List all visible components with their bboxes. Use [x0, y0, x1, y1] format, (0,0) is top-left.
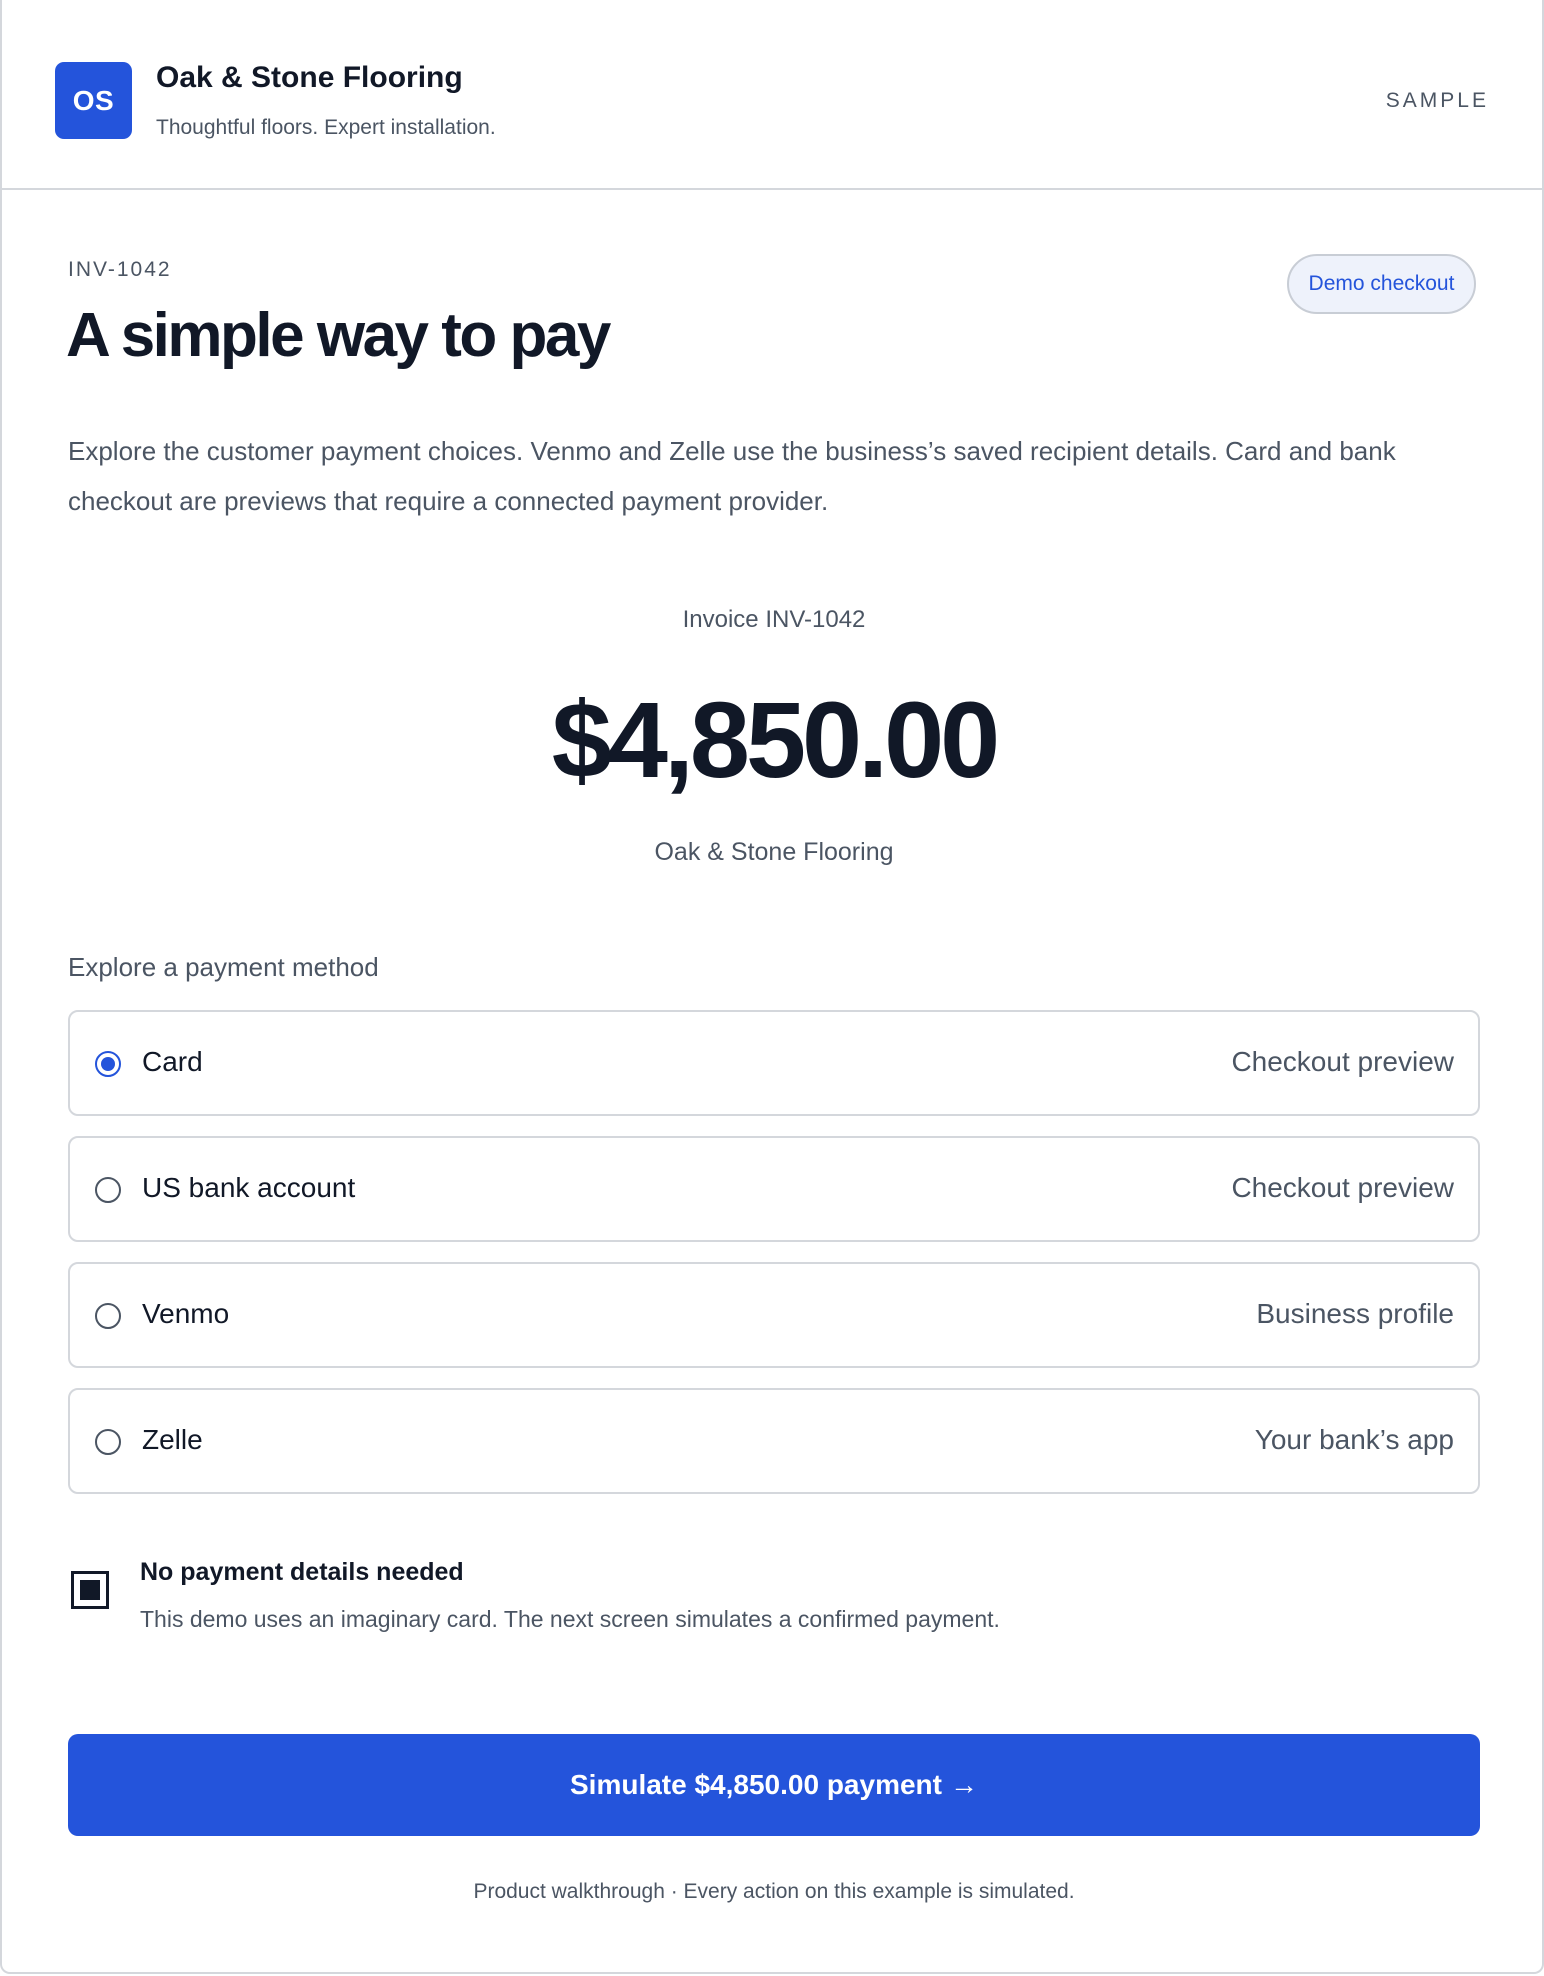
radio-unselected-icon[interactable] — [95, 1303, 121, 1329]
payment-method-note: Checkout preview — [1231, 1046, 1454, 1077]
payment-method-note: Your bank’s app — [1254, 1424, 1454, 1455]
payment-method-label: Zelle — [142, 1424, 203, 1455]
invoice-label: Invoice INV-1042 — [682, 606, 866, 633]
company-tagline: Thoughtful floors. Expert installation. — [156, 116, 496, 139]
invoice-code: INV-1042 — [68, 258, 172, 281]
payment-method-label: US bank account — [142, 1172, 356, 1203]
header: OS Oak & Stone Flooring Thoughtful floor… — [2, 11, 1542, 190]
payment-method-list: Card Checkout preview US bank account Ch… — [68, 1010, 1480, 1514]
payment-method-zelle[interactable]: Zelle Your bank’s app — [68, 1388, 1480, 1494]
arrow-right-icon: → — [949, 1769, 978, 1800]
page-title: A simple way to pay — [66, 301, 611, 370]
payment-method-label: Card — [142, 1046, 203, 1077]
radio-unselected-icon[interactable] — [95, 1429, 121, 1455]
company-name: Oak & Stone Flooring — [156, 61, 463, 94]
payment-method-card[interactable]: Card Checkout preview — [68, 1010, 1480, 1116]
payment-method-us-bank-account[interactable]: US bank account Checkout preview — [68, 1136, 1480, 1242]
payment-methods-label: Explore a payment method — [68, 952, 379, 982]
payment-method-label: Venmo — [142, 1298, 230, 1329]
footer-note: Product walkthrough · Every action on th… — [473, 1880, 1075, 1903]
intro-text: Explore the customer payment choices. Ve… — [68, 436, 1396, 516]
radio-unselected-icon[interactable] — [95, 1177, 121, 1203]
payment-method-note: Business profile — [1256, 1298, 1454, 1329]
demo-checkout-badge: Demo checkout — [1287, 254, 1476, 314]
simulate-payment-button[interactable]: Simulate $4,850.00 payment → — [68, 1734, 1480, 1836]
notice-checkbox-icon — [71, 1571, 109, 1609]
checkout-card: OS Oak & Stone Flooring Thoughtful floor… — [0, 0, 1544, 1974]
payment-method-venmo[interactable]: Venmo Business profile — [68, 1262, 1480, 1368]
payment-method-note: Checkout preview — [1231, 1172, 1454, 1203]
notice-title: No payment details needed — [140, 1558, 464, 1586]
notice-text: This demo uses an imaginary card. The ne… — [140, 1606, 1000, 1632]
company-logo: OS — [55, 62, 132, 139]
amount-due: $4,850.00 — [551, 679, 1000, 800]
simulate-payment-label: Simulate $4,850.00 payment — [570, 1769, 942, 1800]
sample-label: SAMPLE — [1385, 89, 1489, 112]
radio-selected-icon[interactable] — [95, 1051, 121, 1077]
payee-name: Oak & Stone Flooring — [654, 838, 894, 866]
